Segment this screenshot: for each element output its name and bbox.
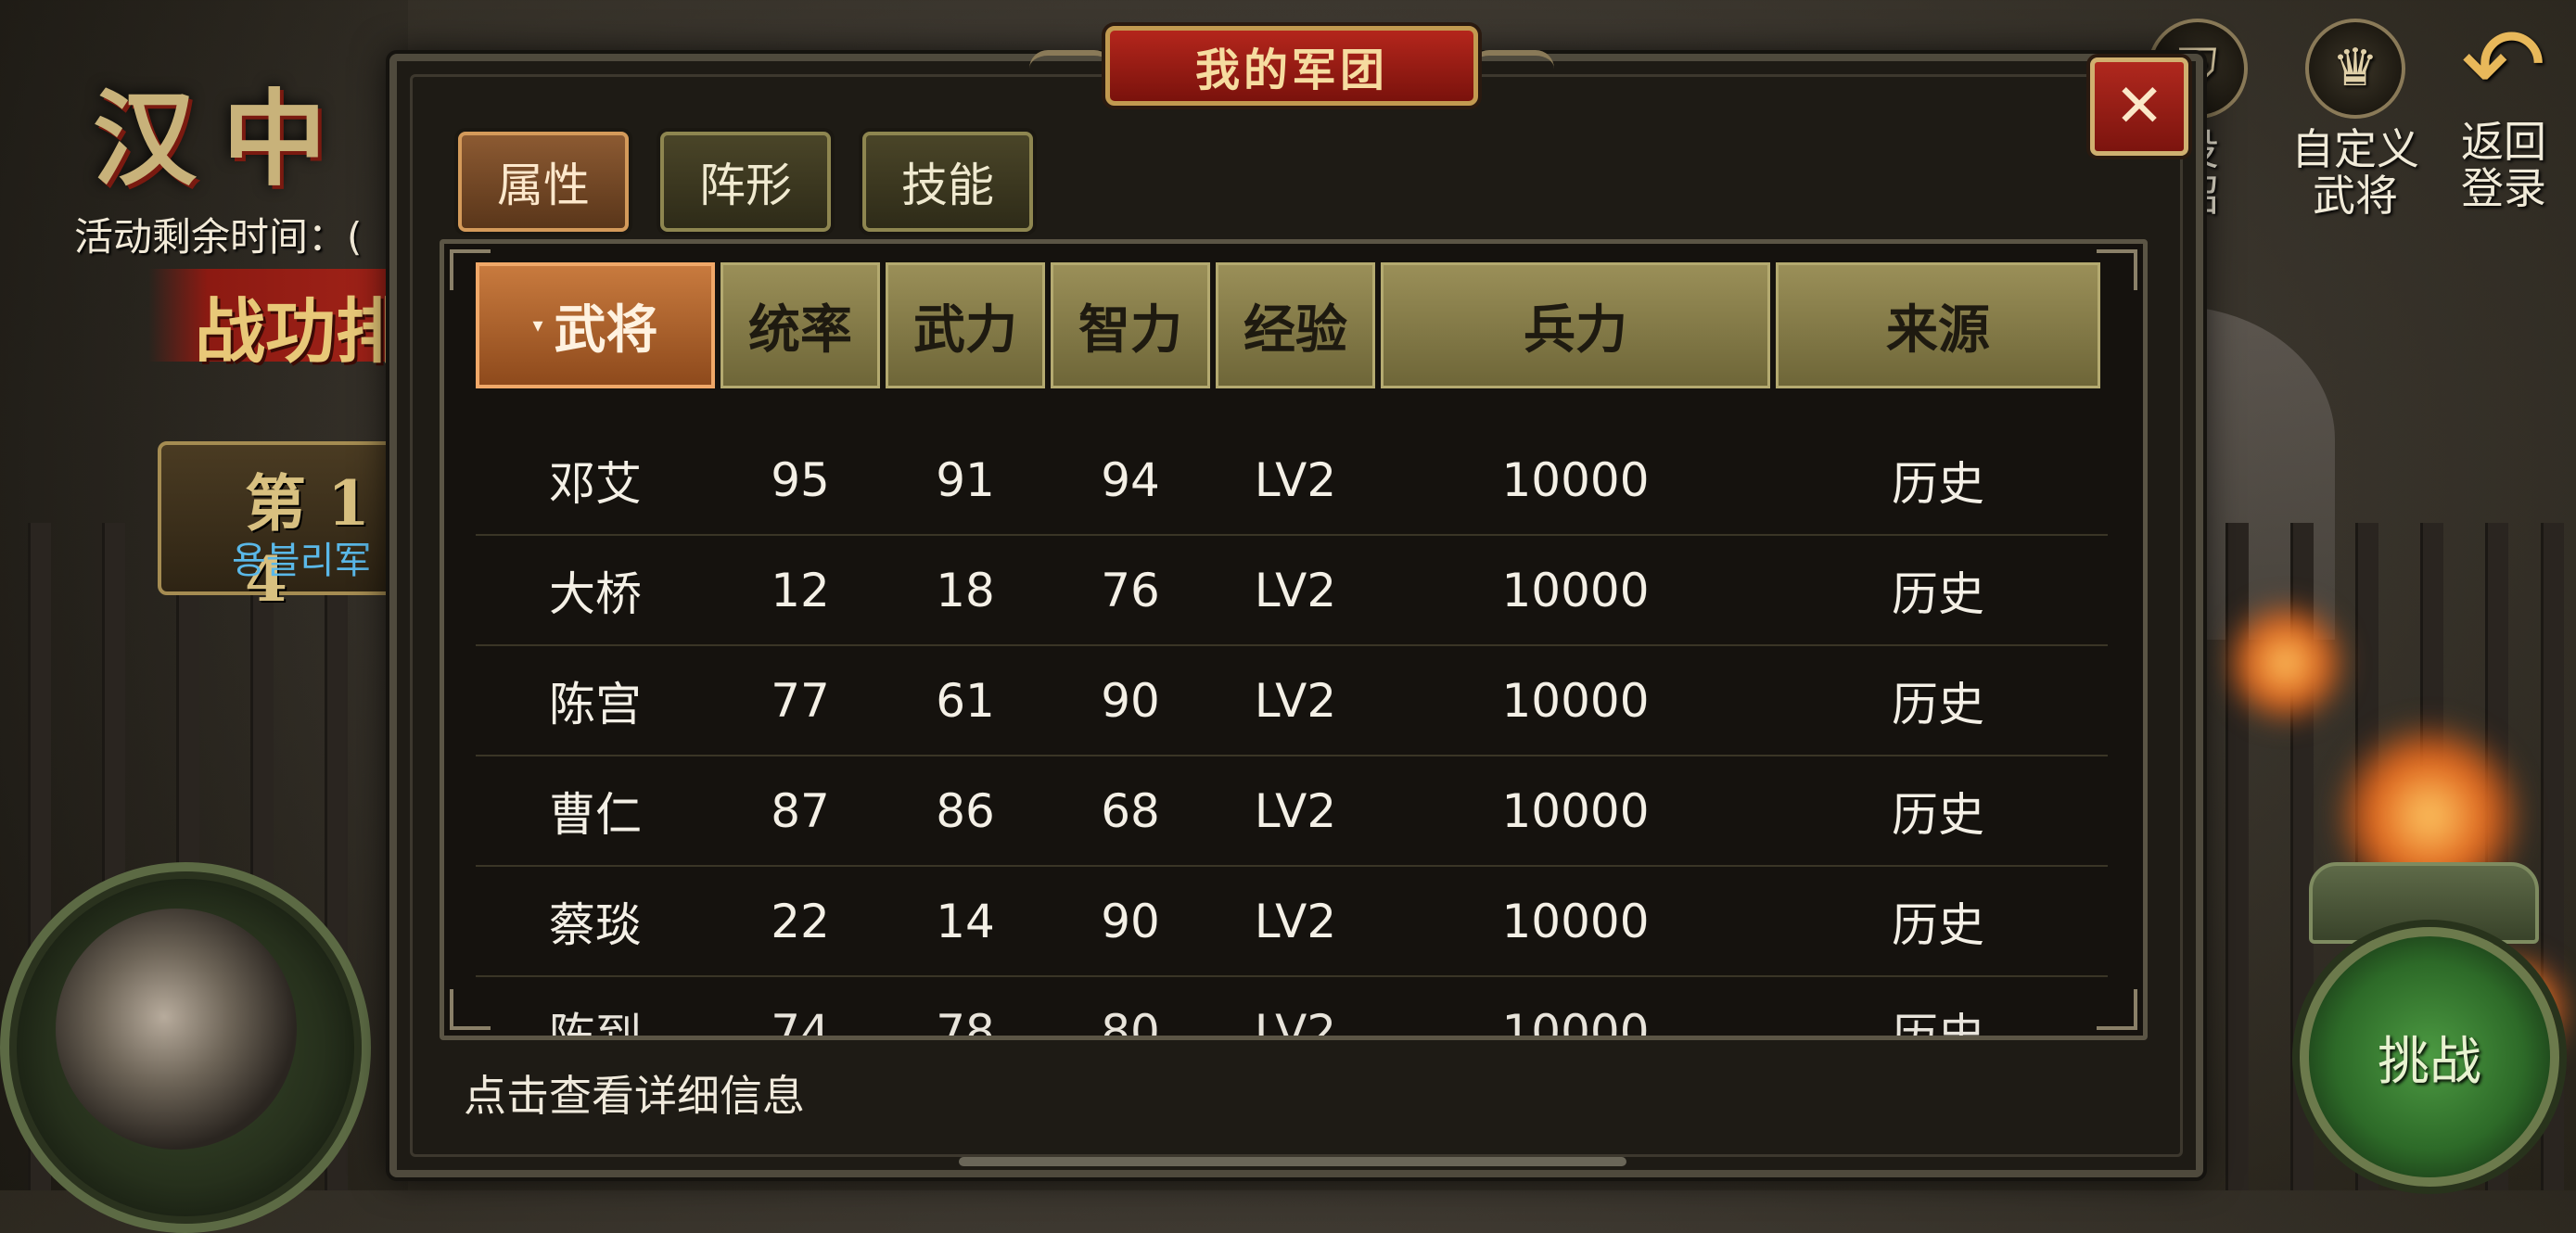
tab-formation-label: 阵形 bbox=[699, 159, 792, 212]
command-value: 95 bbox=[771, 452, 830, 507]
experience-value: LV2 bbox=[1254, 563, 1337, 617]
column-header-force[interactable]: 武力 bbox=[886, 262, 1045, 388]
column-header-label: 来源 bbox=[1886, 299, 1990, 361]
source-value: 历史 bbox=[1892, 566, 1984, 621]
column-header-label: 武力 bbox=[913, 299, 1017, 361]
column-header-troops[interactable]: 兵力 bbox=[1381, 262, 1770, 388]
column-header-command[interactable]: 统率 bbox=[721, 262, 880, 388]
experience-value: LV2 bbox=[1254, 673, 1337, 728]
intellect-value: 94 bbox=[1101, 452, 1160, 507]
troops-value: 10000 bbox=[1501, 1004, 1650, 1040]
source-value: 历史 bbox=[1892, 787, 1984, 842]
source-value: 历史 bbox=[1892, 677, 1984, 731]
custom-general-icon: ♛ bbox=[2305, 19, 2405, 119]
general-name: 邓艾 bbox=[549, 456, 642, 511]
challenge-label: 挑战 bbox=[2378, 1031, 2481, 1092]
table-body: 邓艾 95 91 94 LV2 10000 历史 大桥 12 18 76 LV2… bbox=[476, 426, 2108, 1040]
troops-value: 10000 bbox=[1501, 894, 1650, 948]
legion-table-panel: ▾ 武将 统率 武力 智力 经验 兵力 来源 邓艾 95 91 94 LV2 1… bbox=[440, 239, 2148, 1040]
table-header: ▾ 武将 统率 武力 智力 经验 兵力 来源 bbox=[476, 262, 2108, 388]
table-row[interactable]: 邓艾 95 91 94 LV2 10000 历史 bbox=[476, 426, 2108, 536]
tab-attributes[interactable]: 属性 bbox=[458, 132, 629, 232]
tab-formation[interactable]: 阵形 bbox=[660, 132, 831, 232]
column-header-experience[interactable]: 经验 bbox=[1216, 262, 1375, 388]
experience-value: LV2 bbox=[1254, 1004, 1337, 1040]
intellect-value: 68 bbox=[1101, 783, 1160, 838]
command-value: 12 bbox=[771, 563, 830, 617]
dialog-title: 我的军团 bbox=[1194, 44, 1388, 96]
horizontal-scrollbar[interactable] bbox=[959, 1157, 1626, 1166]
column-header-general[interactable]: ▾ 武将 bbox=[476, 262, 715, 388]
experience-value: LV2 bbox=[1254, 783, 1337, 838]
intellect-value: 90 bbox=[1101, 673, 1160, 728]
table-row[interactable]: 蔡琰 22 14 90 LV2 10000 历史 bbox=[476, 867, 2108, 977]
command-value: 87 bbox=[771, 783, 830, 838]
return-arrow-icon: ↶ bbox=[2460, 6, 2547, 124]
command-value: 22 bbox=[771, 894, 830, 948]
custom-general-label: 自定义 武将 bbox=[2291, 124, 2419, 221]
troops-value: 10000 bbox=[1501, 452, 1650, 507]
column-header-label: 经验 bbox=[1243, 299, 1347, 361]
command-value: 74 bbox=[771, 1004, 830, 1040]
command-value: 77 bbox=[771, 673, 830, 728]
event-timer-label: 活动剩余时间：( bbox=[74, 214, 363, 260]
force-value: 78 bbox=[936, 1004, 995, 1040]
table-row[interactable]: 曹仁 87 86 68 LV2 10000 历史 bbox=[476, 756, 2108, 867]
close-icon: ✕ bbox=[2114, 72, 2164, 141]
return-login-label: 返回 登录 bbox=[2461, 117, 2546, 213]
column-header-label: 武将 bbox=[554, 299, 658, 361]
ranking-banner-label: 战功排 bbox=[195, 290, 406, 373]
column-header-source[interactable]: 来源 bbox=[1776, 262, 2100, 388]
intellect-value: 80 bbox=[1101, 1004, 1160, 1040]
general-name: 曹仁 bbox=[549, 787, 642, 842]
general-name: 陈宫 bbox=[549, 677, 642, 731]
event-title: 汉中 bbox=[93, 79, 352, 200]
close-button[interactable]: ✕ bbox=[2090, 57, 2188, 156]
general-name: 陈到 bbox=[549, 1008, 642, 1040]
experience-value: LV2 bbox=[1254, 452, 1337, 507]
table-row[interactable]: 陈到 74 78 80 LV2 10000 历史 bbox=[476, 977, 2108, 1040]
troops-value: 10000 bbox=[1501, 673, 1650, 728]
force-value: 61 bbox=[936, 673, 995, 728]
detail-hint-text: 点击查看详细信息 bbox=[464, 1071, 805, 1121]
return-login-button[interactable]: ↶ 返回 登录 bbox=[2439, 6, 2569, 213]
source-value: 历史 bbox=[1892, 456, 1984, 511]
column-header-label: 统率 bbox=[748, 299, 852, 361]
tab-skills[interactable]: 技能 bbox=[862, 132, 1033, 232]
force-value: 91 bbox=[936, 452, 995, 507]
force-value: 18 bbox=[936, 563, 995, 617]
table-row[interactable]: 陈宫 77 61 90 LV2 10000 历史 bbox=[476, 646, 2108, 756]
sort-arrow-icon: ▾ bbox=[532, 313, 543, 337]
dialog-title-plate: 我的军团 bbox=[1105, 26, 1478, 106]
troops-value: 10000 bbox=[1501, 563, 1650, 617]
general-name: 蔡琰 bbox=[549, 897, 642, 952]
title-ornament-right bbox=[1471, 50, 1554, 83]
column-header-label: 兵力 bbox=[1524, 299, 1627, 361]
rank-card[interactable]: 第 1 4 용블리军 bbox=[158, 441, 425, 616]
intellect-value: 90 bbox=[1101, 894, 1160, 948]
tab-skills-label: 技能 bbox=[901, 159, 994, 212]
rank-team-name: 용블리军 bbox=[232, 540, 372, 582]
troops-value: 10000 bbox=[1501, 783, 1650, 838]
column-header-intellect[interactable]: 智力 bbox=[1051, 262, 1210, 388]
table-row[interactable]: 大桥 12 18 76 LV2 10000 历史 bbox=[476, 536, 2108, 646]
general-name: 大桥 bbox=[549, 566, 642, 621]
source-value: 历史 bbox=[1892, 1008, 1984, 1040]
source-value: 历史 bbox=[1892, 897, 1984, 952]
avatar[interactable] bbox=[56, 909, 297, 1150]
column-header-label: 智力 bbox=[1078, 299, 1182, 361]
intellect-value: 76 bbox=[1101, 563, 1160, 617]
force-value: 14 bbox=[936, 894, 995, 948]
challenge-button[interactable]: 挑战 bbox=[2300, 927, 2559, 1187]
force-value: 86 bbox=[936, 783, 995, 838]
tab-attributes-label: 属性 bbox=[497, 159, 590, 212]
fire-glow bbox=[2225, 603, 2346, 723]
custom-general-button[interactable]: ♛ 自定义 武将 bbox=[2290, 19, 2420, 219]
experience-value: LV2 bbox=[1254, 894, 1337, 948]
title-ornament-left bbox=[1029, 50, 1113, 83]
